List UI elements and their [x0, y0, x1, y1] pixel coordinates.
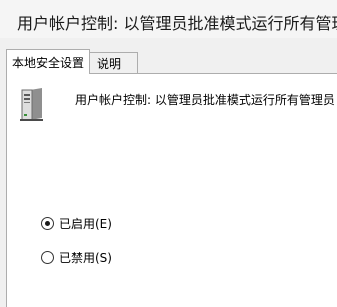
radio-button-checked[interactable] — [41, 216, 54, 230]
radio-enabled[interactable]: 已启用(E) — [41, 215, 112, 231]
radio-disabled-label[interactable]: 已禁用(S) — [59, 249, 112, 266]
window-title: 用户帐户控制: 以管理员批准模式运行所有管理员 — [17, 14, 337, 33]
tab-panel-local-security-setting: 用户帐户控制: 以管理员批准模式运行所有管理员 已启用(E) 已禁用(S) — [6, 73, 337, 307]
tab-local-security-setting[interactable]: 本地安全设置 — [6, 49, 90, 74]
tab-strip: 本地安全设置 说明 — [0, 38, 337, 74]
server-computer-icon — [19, 88, 45, 122]
radio-button-unchecked[interactable] — [41, 250, 54, 264]
window-titlebar[interactable]: 用户帐户控制: 以管理员批准模式运行所有管理员 — [0, 0, 337, 38]
tab-explain[interactable]: 说明 — [89, 52, 138, 73]
radio-enabled-label[interactable]: 已启用(E) — [59, 215, 112, 232]
policy-name: 用户帐户控制: 以管理员批准模式运行所有管理员 — [75, 93, 335, 107]
properties-dialog: 本地安全设置 说明 用户帐户控制: 以管理员批准模式运行所有管理员 已启用(E)… — [0, 38, 337, 307]
radio-disabled[interactable]: 已禁用(S) — [41, 249, 112, 265]
